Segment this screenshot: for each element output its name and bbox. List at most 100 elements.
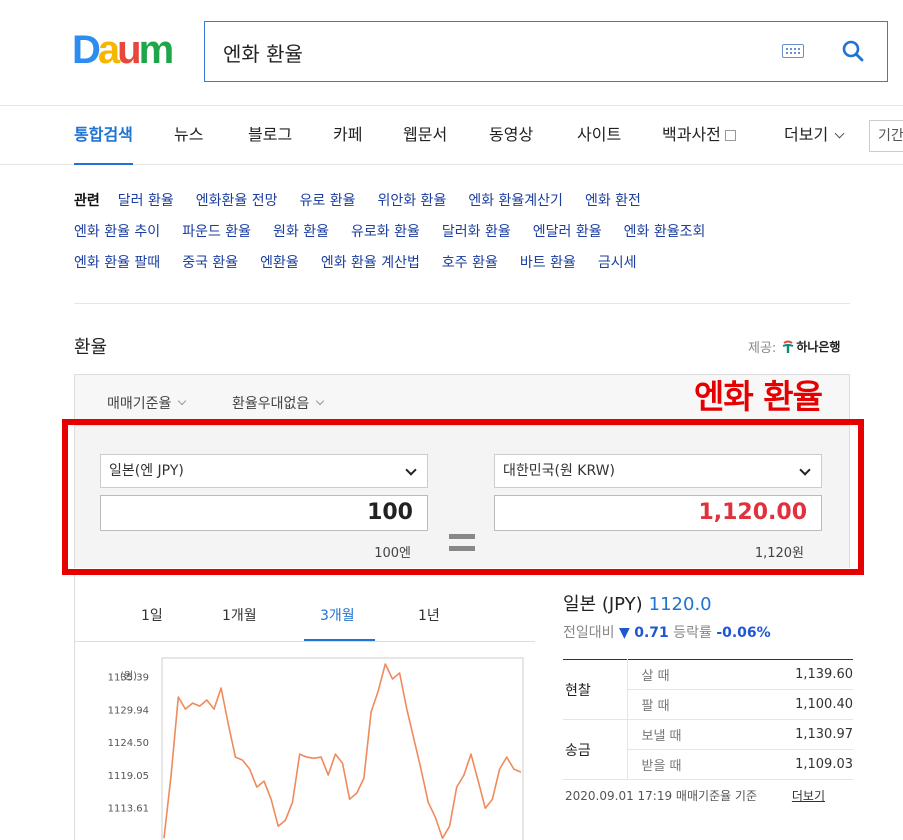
active-tab-indicator [304, 639, 375, 641]
checkbox-icon [724, 130, 736, 141]
tab-site[interactable]: 사이트 [577, 107, 621, 165]
rate-timestamp: 2020.09.01 17:19 매매기준율 기준 [565, 789, 758, 803]
chevron-down-icon [178, 396, 187, 406]
related-link[interactable]: 바트 환율 [520, 255, 576, 271]
search-icon[interactable] [842, 40, 864, 62]
pct-label: 등락률 [673, 625, 712, 641]
related-link[interactable]: 유로 환율 [299, 193, 355, 209]
related-link[interactable]: 위안화 환율 [377, 193, 446, 209]
rate-value: 1,130.97 [736, 719, 853, 750]
rate-group: 현찰 [563, 659, 628, 720]
annotation-label: 엔화 환율 [694, 377, 823, 416]
related-link[interactable]: 원화 환율 [273, 224, 329, 240]
y-tick-label: 1113.61 [108, 804, 149, 815]
rate-kind: 받을 때 [627, 749, 737, 780]
current-rate-line: 일본 (JPY) 1120.0 [563, 590, 853, 616]
table-row: 송금 보낼 때 1,130.97 [563, 719, 853, 780]
period-tab-1d[interactable]: 1일 [141, 605, 163, 625]
related-searches: 관련 달러 환율 엔화환율 전망 유로 환율 위안화 환율 엔화 환율계산기 엔화 환전 엔… [74, 190, 854, 283]
related-link[interactable]: 엔화 환율 팔때 [74, 255, 160, 271]
rate-type-select[interactable]: 매매기준율 [107, 393, 187, 413]
related-link[interactable]: 엔환율 [260, 255, 299, 271]
search-input[interactable] [223, 36, 743, 68]
period-filter[interactable]: 기간 [869, 120, 903, 152]
tab-video[interactable]: 동영상 [489, 107, 533, 165]
tab-blog[interactable]: 블로그 [248, 107, 292, 165]
related-link[interactable]: 엔화 환율 계산법 [321, 255, 420, 271]
tab-all[interactable]: 통합검색 [74, 107, 133, 165]
rate-kind: 팔 때 [627, 689, 737, 720]
series-line [163, 663, 522, 839]
rate-kind: 보낼 때 [627, 719, 737, 750]
annotation-box [62, 419, 864, 575]
header: Daum [0, 0, 903, 106]
rate-chart: (원)1135.391129.941124.501119.051113.61 [108, 657, 524, 840]
provider-name: 하나은행 [796, 340, 841, 354]
logo-letter: D [72, 27, 101, 72]
related-link[interactable]: 엔화 환율계산기 [468, 193, 563, 209]
tab-web[interactable]: 웹문서 [403, 107, 447, 165]
y-tick-label: 1124.50 [108, 738, 149, 749]
tab-encyclopedia[interactable]: 백과사전 [662, 107, 736, 165]
rate-value: 1,100.40 [736, 689, 853, 720]
related-link[interactable]: 달러화 환율 [442, 224, 511, 240]
keyboard-icon[interactable] [782, 44, 804, 58]
divider [74, 303, 850, 304]
related-heading: 관련 [74, 193, 100, 209]
rate-table: 현찰 살 때 1,139.60 팔 때 1,100.40 송금 보낼 때 1,1… [563, 659, 853, 780]
period-tab-1y[interactable]: 1년 [418, 605, 440, 625]
rate-type-label: 매매기준율 [107, 396, 172, 412]
rate-kind: 살 때 [627, 659, 737, 690]
more-link[interactable]: 더보기 [792, 787, 825, 804]
related-row: 엔화 환율 팔때 중국 환율 엔환율 엔화 환율 계산법 호주 환율 바트 환율 금시세 [74, 252, 854, 283]
y-tick-label: 1135.39 [108, 673, 149, 684]
chart-panel: 1일 1개월 3개월 1년 (원) 1135.39 1129.94 1124.50 11… [74, 575, 546, 840]
related-link[interactable]: 엔화 환율조회 [624, 224, 706, 240]
rate-summary: 일본 (JPY) 1120.0 전일대비 ▼ 0.71 등락률 -0.06% [563, 590, 853, 642]
daum-logo[interactable]: Daum [72, 28, 182, 72]
tab-news[interactable]: 뉴스 [174, 107, 203, 165]
period-tab-3m[interactable]: 3개월 [320, 605, 355, 625]
rate-value: 1,109.03 [736, 749, 853, 780]
related-row: 엔화 환율 추이 파운드 환율 원화 환율 유로화 환율 달러화 환율 엔달러 환율 엔화 … [74, 221, 854, 252]
y-tick-label: 1119.05 [108, 771, 149, 782]
section-title: 환율 [74, 337, 108, 358]
related-row: 관련 달러 환율 엔화환율 전망 유로 환율 위안화 환율 엔화 환율계산기 엔화 환전 [74, 190, 854, 221]
related-link[interactable]: 호주 환율 [442, 255, 498, 271]
currency-name: 일본 (JPY) [563, 594, 643, 615]
chevron-down-icon [316, 396, 325, 406]
related-link[interactable]: 엔달러 환율 [533, 224, 602, 240]
related-link[interactable]: 달러 환율 [118, 193, 174, 209]
related-link[interactable]: 파운드 환율 [182, 224, 251, 240]
related-link[interactable]: 금시세 [598, 255, 637, 271]
rate-group: 송금 [563, 719, 628, 780]
rate-footer: 2020.09.01 17:19 매매기준율 기준 더보기 [565, 787, 855, 804]
related-link[interactable]: 엔화 환율 추이 [74, 224, 160, 240]
rate-discount-select[interactable]: 환율우대없음 [232, 393, 325, 413]
change-line: 전일대비 ▼ 0.71 등락률 -0.06% [563, 622, 853, 642]
period-tab-1m[interactable]: 1개월 [222, 605, 257, 625]
tab-cafe[interactable]: 카페 [333, 107, 362, 165]
logo-letter: u [117, 27, 142, 72]
table-row: 현찰 살 때 1,139.60 [563, 659, 853, 720]
more-label: 더보기 [784, 125, 829, 144]
related-link[interactable]: 유로화 환율 [351, 224, 420, 240]
related-link[interactable]: 중국 환율 [182, 255, 238, 271]
pct-value: -0.06% [716, 625, 771, 641]
hana-bank-icon [782, 340, 794, 353]
search-tabs: 통합검색 뉴스 블로그 카페 웹문서 동영상 사이트 백과사전 더보기 기간 [0, 107, 903, 165]
tab-more[interactable]: 더보기 [784, 107, 845, 165]
prev-label: 전일대비 [563, 625, 615, 641]
plot-frame [161, 657, 524, 840]
logo-letter: a [97, 27, 120, 72]
current-rate: 1120.0 [648, 594, 712, 615]
related-link[interactable]: 엔화환율 전망 [196, 193, 278, 209]
tab-encyclopedia-label: 백과사전 [662, 125, 721, 144]
related-link[interactable]: 엔화 환전 [585, 193, 641, 209]
rate-value: 1,139.60 [736, 659, 853, 690]
chevron-down-icon [834, 128, 845, 139]
y-tick-label: 1129.94 [108, 705, 149, 716]
provider-credit: 제공: 하나은행 [748, 337, 840, 356]
change-value: 0.71 [634, 625, 669, 641]
logo-letter: m [138, 27, 175, 72]
